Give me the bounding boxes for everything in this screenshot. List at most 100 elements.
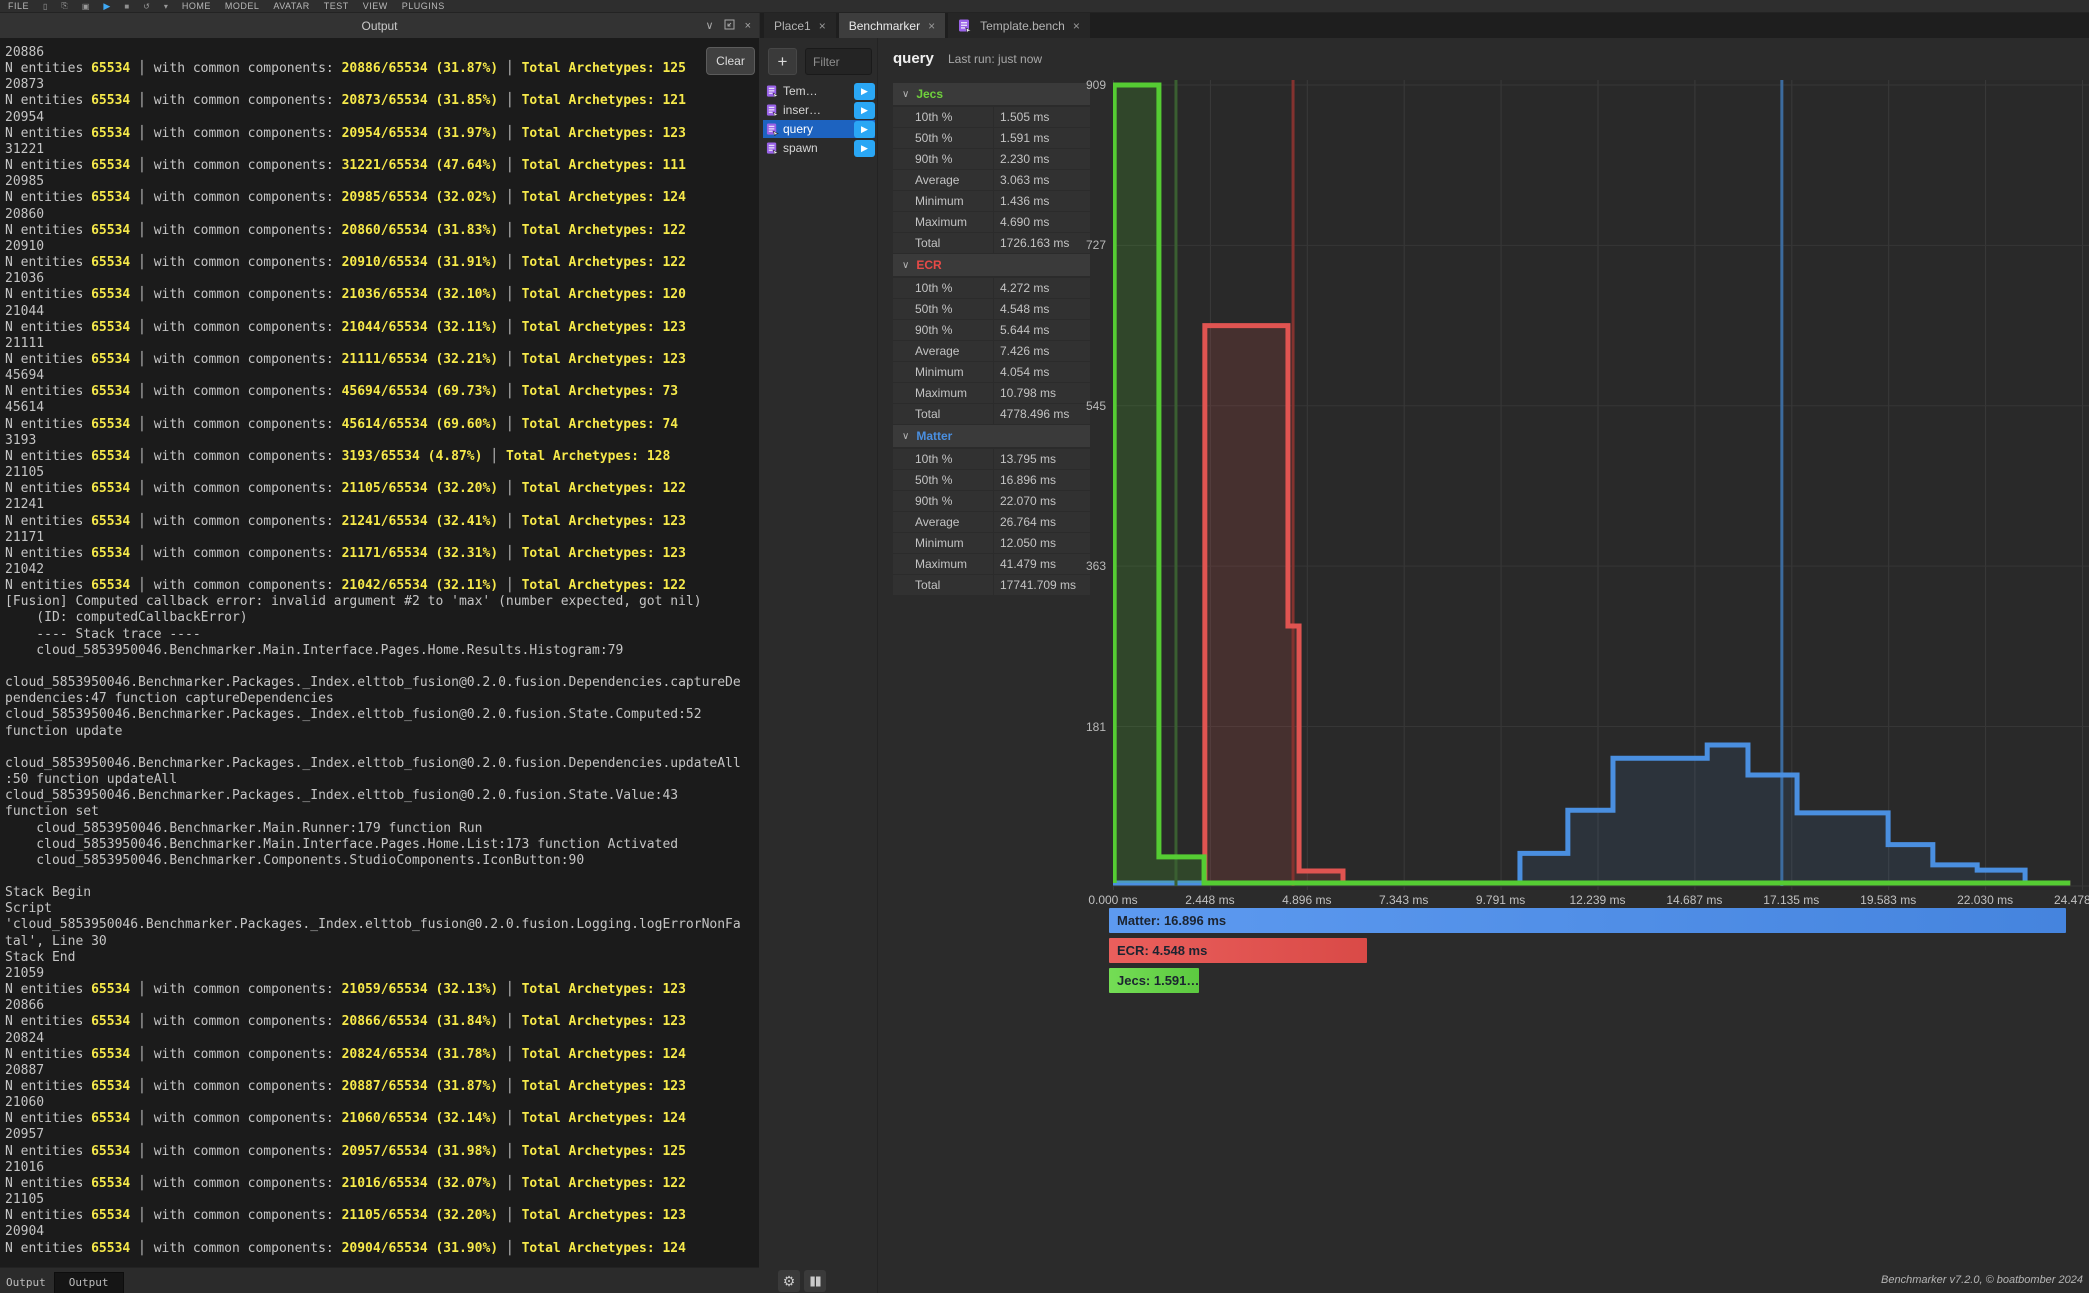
console-line: N entities 65534 │ with common component… <box>5 417 759 433</box>
console-line: N entities 65534 │ with common component… <box>5 1208 759 1224</box>
console-line: N entities 65534 │ with common component… <box>5 1047 759 1063</box>
section-header[interactable]: ∨ Matter <box>893 425 1090 447</box>
script-icon <box>766 123 779 136</box>
output-console[interactable]: 20886N entities 65534 │ with common comp… <box>0 38 759 1267</box>
output-bottom-tab[interactable]: Output <box>54 1272 124 1293</box>
run-benchmark-button[interactable]: ▶ <box>854 83 875 100</box>
stat-row: 10th % 4.272 ms <box>893 278 1090 298</box>
menu-plugins[interactable]: PLUGINS <box>402 1 445 11</box>
panel-collapse-icon[interactable]: ∨ <box>706 19 714 32</box>
x-tick-label: 14.687 ms <box>1658 893 1730 907</box>
stop-icon[interactable]: ■ <box>124 2 129 11</box>
list-item-inser[interactable]: inser… ▶ <box>763 101 875 119</box>
new-file-icon[interactable]: ▯ <box>43 2 47 11</box>
tab-close-icon[interactable]: × <box>1073 19 1080 33</box>
console-line <box>5 659 759 675</box>
filter-input[interactable] <box>805 48 872 75</box>
stat-row: Minimum 1.436 ms <box>893 191 1090 211</box>
tab-close-icon[interactable]: × <box>819 19 826 33</box>
output-bottom-label[interactable]: Output <box>0 1273 54 1293</box>
console-line: N entities 65534 │ with common component… <box>5 1079 759 1095</box>
legend-bar: Jecs: 1.591… <box>1109 968 1199 993</box>
tab-template-bench[interactable]: Template.bench × <box>948 13 1090 38</box>
dropdown-caret-icon[interactable]: ▾ <box>164 2 168 11</box>
add-benchmark-button[interactable]: + <box>768 48 797 75</box>
console-line: [Fusion] Computed callback error: invali… <box>5 594 759 610</box>
console-line: N entities 65534 │ with common component… <box>5 384 759 400</box>
x-tick-label: 7.343 ms <box>1368 893 1440 907</box>
x-tick-label: 12.239 ms <box>1562 893 1634 907</box>
plugin-credit: Benchmarker v7.2.0, © boatbomber 2024 <box>1881 1274 2083 1286</box>
menu-model[interactable]: MODEL <box>225 1 260 11</box>
console-line: N entities 65534 │ with common component… <box>5 546 759 562</box>
x-tick-label: 2.448 ms <box>1174 893 1246 907</box>
section-header[interactable]: ∨ Jecs <box>893 83 1090 105</box>
output-panel-title: Output <box>361 19 397 33</box>
console-line: N entities 65534 │ with common component… <box>5 255 759 271</box>
list-item-spawn[interactable]: spawn ▶ <box>763 139 875 157</box>
tab-benchmarker[interactable]: Benchmarker × <box>839 13 945 38</box>
panel-divider <box>877 38 878 1293</box>
book-icon[interactable] <box>804 1270 826 1292</box>
console-line <box>5 869 759 885</box>
menu-file[interactable]: FILE <box>8 1 29 11</box>
y-tick-label: 181 <box>1066 720 1106 734</box>
console-line: cloud_5853950046.Benchmarker.Main.Interf… <box>5 643 759 659</box>
list-item-query[interactable]: query ▶ <box>763 120 875 138</box>
stat-row: Total 1726.163 ms <box>893 233 1090 253</box>
console-line: N entities 65534 │ with common component… <box>5 287 759 303</box>
benchmark-list: Tem… ▶ inser… ▶ query ▶ spawn ▶ <box>763 82 875 158</box>
console-line: 45694 <box>5 368 759 384</box>
tab-place1[interactable]: Place1 × <box>764 13 836 38</box>
stat-row: 50th % 1.591 ms <box>893 128 1090 148</box>
open-icon[interactable]: ⎘ <box>61 1 67 11</box>
console-line: N entities 65534 │ with common component… <box>5 1111 759 1127</box>
clear-button[interactable]: Clear <box>706 47 755 75</box>
play-icon[interactable]: ▶ <box>103 1 110 12</box>
console-line: N entities 65534 │ with common component… <box>5 514 759 530</box>
section-header[interactable]: ∨ ECR <box>893 254 1090 276</box>
stat-row: 50th % 4.548 ms <box>893 299 1090 319</box>
chevron-down-icon: ∨ <box>902 89 909 100</box>
output-bottom-tabbar: Output Output <box>0 1267 759 1293</box>
console-line <box>5 740 759 756</box>
console-line: cloud_5853950046.Benchmarker.Packages._I… <box>5 788 759 804</box>
console-line: function update <box>5 724 759 740</box>
stats-section-ecr: ∨ ECR 10th % 4.272 ms 50th % 4.548 ms 90… <box>893 254 1090 424</box>
run-benchmark-button[interactable]: ▶ <box>854 140 875 157</box>
menu-view[interactable]: VIEW <box>363 1 388 11</box>
menu-home[interactable]: HOME <box>182 1 211 11</box>
legend-bar: Matter: 16.896 ms <box>1109 908 2066 933</box>
console-line: N entities 65534 │ with common component… <box>5 1241 759 1257</box>
save-icon[interactable]: ▣ <box>82 2 90 11</box>
console-line: N entities 65534 │ with common component… <box>5 126 759 142</box>
stat-row: 90th % 2.230 ms <box>893 149 1090 169</box>
list-item-Tem[interactable]: Tem… ▶ <box>763 82 875 100</box>
run-benchmark-button[interactable]: ▶ <box>854 121 875 138</box>
tab-close-icon[interactable]: × <box>928 19 935 33</box>
chevron-down-icon: ∨ <box>902 260 909 271</box>
console-line: 21060 <box>5 1095 759 1111</box>
stat-row: Minimum 12.050 ms <box>893 533 1090 553</box>
console-line: 20860 <box>5 207 759 223</box>
console-line: 21016 <box>5 1160 759 1176</box>
panel-dock-icon[interactable] <box>724 19 735 33</box>
output-panel-header: Output ∨ × <box>0 13 759 38</box>
undo-icon[interactable]: ↺ <box>143 2 150 11</box>
gear-icon[interactable]: ⚙ <box>778 1270 800 1292</box>
run-benchmark-button[interactable]: ▶ <box>854 102 875 119</box>
x-tick-label: 4.896 ms <box>1271 893 1343 907</box>
menu-avatar[interactable]: AVATAR <box>273 1 309 11</box>
console-line: cloud_5853950046.Benchmarker.Packages._I… <box>5 675 759 691</box>
console-line: N entities 65534 │ with common component… <box>5 190 759 206</box>
console-line: N entities 65534 │ with common component… <box>5 158 759 174</box>
histogram-svg <box>1113 80 2089 890</box>
histogram-plot <box>1113 80 2089 890</box>
x-tick-label: 24.478 ms <box>2046 893 2089 907</box>
console-line: (ID: computedCallbackError) <box>5 610 759 626</box>
console-line: 21105 <box>5 1192 759 1208</box>
menu-test[interactable]: TEST <box>324 1 349 11</box>
stat-row: Average 7.426 ms <box>893 341 1090 361</box>
panel-close-icon[interactable]: × <box>745 20 751 32</box>
stat-row: 90th % 22.070 ms <box>893 491 1090 511</box>
